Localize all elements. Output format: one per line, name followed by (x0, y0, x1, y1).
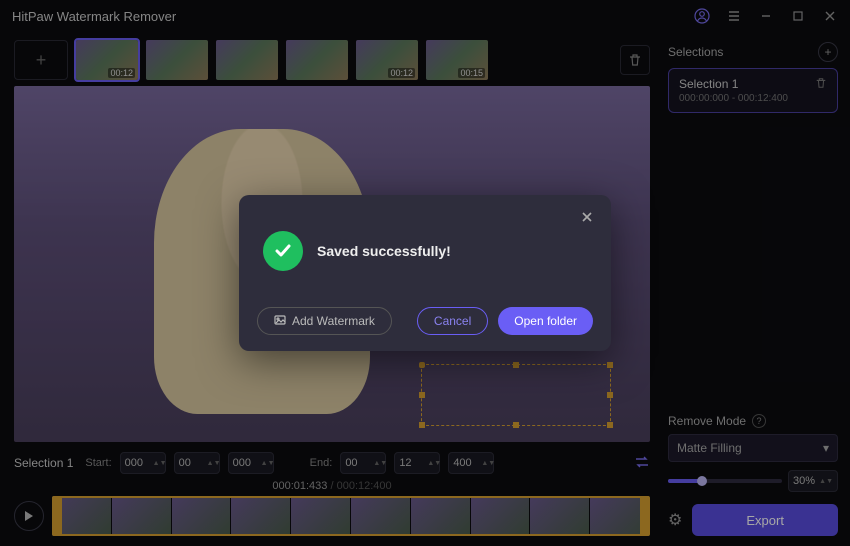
modal-message: Saved successfully! (317, 243, 451, 259)
saved-modal: Saved successfully! Add Watermark Cancel… (239, 195, 611, 351)
cancel-button[interactable]: Cancel (417, 307, 488, 335)
modal-close-button[interactable] (257, 211, 593, 223)
success-check-icon (263, 231, 303, 271)
add-watermark-button[interactable]: Add Watermark (257, 307, 392, 335)
image-icon (274, 314, 286, 329)
open-folder-button[interactable]: Open folder (498, 307, 593, 335)
modal-overlay: Saved successfully! Add Watermark Cancel… (0, 0, 850, 546)
